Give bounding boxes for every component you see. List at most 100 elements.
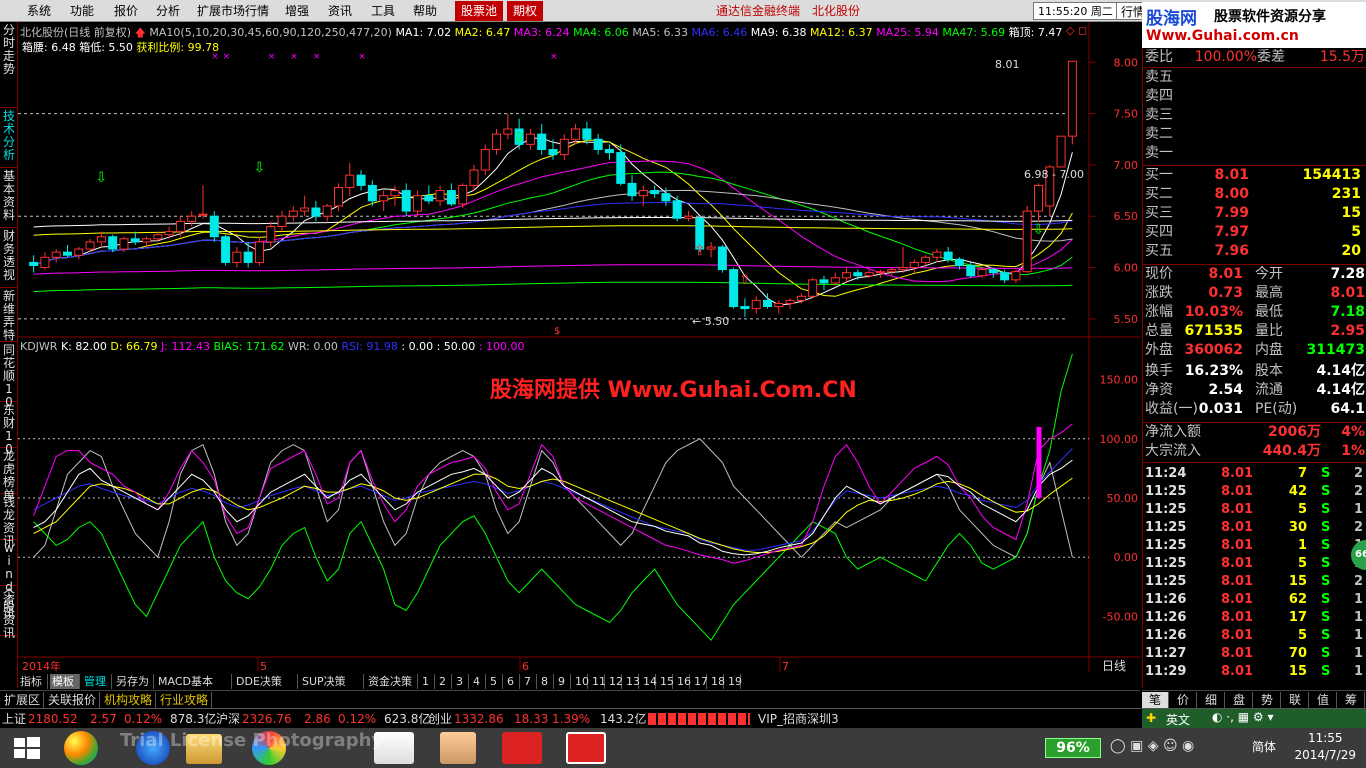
indicator-tab-26[interactable]: 19 [726, 674, 742, 689]
logo-url: Www.Guhai.com.cn [1146, 28, 1299, 44]
indicator-tab-20[interactable]: 13 [624, 674, 640, 689]
indicator-tab-1[interactable]: 模板 [50, 674, 80, 689]
taskbar-date: 2014/7/29 [1294, 748, 1356, 762]
extension-tab-0[interactable]: 扩展区 [2, 692, 44, 708]
quote-tab-6[interactable]: 值 [1310, 692, 1337, 708]
indicator-tab-15[interactable]: 8 [539, 674, 554, 689]
menu-tools[interactable]: 工具 [371, 0, 395, 22]
quote-tab-2[interactable]: 细 [1198, 692, 1225, 708]
indicator-tab-25[interactable]: 18 [709, 674, 725, 689]
indicator-tab-7[interactable]: 资金决策 [366, 674, 418, 689]
left-tab-1[interactable]: 技术分析 [0, 108, 18, 168]
menu-news[interactable]: 资讯 [328, 0, 352, 22]
low-price-label: ← 5.50 [692, 315, 729, 328]
candle [108, 234, 118, 253]
sell-row-3[interactable]: 卖二 [1143, 125, 1366, 144]
indicator-tab-6[interactable]: SUP决策 [300, 674, 364, 689]
left-tab-4[interactable]: 新维弄特 [0, 288, 18, 342]
indicator-tab-21[interactable]: 14 [641, 674, 657, 689]
app-360-icon[interactable] [64, 731, 98, 765]
menu-extended-market[interactable]: 扩展市场行情 [197, 0, 269, 22]
taskbar-clock[interactable]: 11:55 2014/7/29 [1294, 730, 1356, 764]
extension-tab-3[interactable]: 行业攻略 [158, 692, 212, 708]
candle-body [842, 272, 852, 279]
menu-analysis[interactable]: 分析 [156, 0, 180, 22]
buy-price: 7.97 [1214, 224, 1249, 240]
menu-function[interactable]: 功能 [70, 0, 94, 22]
language-indicator[interactable]: 简体 [1252, 738, 1276, 755]
quote-tab-4[interactable]: 势 [1254, 692, 1281, 708]
indicator-tab-3[interactable]: 另存为 [114, 674, 154, 689]
left-tab-2[interactable]: 基本资料 [0, 168, 18, 228]
indicator-tab-23[interactable]: 16 [675, 674, 691, 689]
sell-row-1[interactable]: 卖四 [1143, 87, 1366, 106]
options-button[interactable]: 期权 [507, 1, 544, 21]
buy-row-3[interactable]: 买四 7.97 5 [1143, 223, 1366, 242]
left-tab-3[interactable]: 财务透视 [0, 228, 18, 288]
indicator-tab-24[interactable]: 17 [692, 674, 708, 689]
candle [458, 183, 468, 209]
indicator-tab-8[interactable]: 1 [420, 674, 435, 689]
indicator-value-1: K: 82.00 [60, 340, 111, 353]
indicator-tab-4[interactable]: MACD基本 [156, 674, 232, 689]
users-icon[interactable] [440, 732, 476, 764]
menu-system[interactable]: 系统 [27, 0, 51, 22]
tdx-app-active-icon[interactable] [566, 732, 606, 764]
left-tab-0[interactable]: 分时走势 [0, 22, 18, 108]
indicator-tab-14[interactable]: 7 [522, 674, 537, 689]
buy-row-0[interactable]: 买一 8.01 154413 [1143, 166, 1366, 185]
quote-tab-0[interactable]: 笔 [1142, 692, 1169, 708]
quote-panel: 委比 100.00% 委差 15.5万 卖五 卖四 卖三 卖二 卖一 买一 8.01 154413 买二… [1142, 48, 1366, 688]
quote-tab-5[interactable]: 联 [1282, 692, 1309, 708]
ime-mode[interactable]: 英文 [1166, 711, 1190, 728]
indicator-tab-10[interactable]: 3 [454, 674, 469, 689]
ime-tools-icon[interactable]: ◐ ·, ▦ ⚙ ▾ [1212, 710, 1273, 724]
quote-tab-3[interactable]: 盘 [1226, 692, 1253, 708]
indicator-tab-2[interactable]: 管理 [82, 674, 112, 689]
left-tab-6[interactable]: 东财10 [0, 402, 18, 456]
indicator-tab-22[interactable]: 15 [658, 674, 674, 689]
market-strength-bar [648, 713, 750, 725]
tdx-app-icon[interactable] [502, 732, 542, 764]
sell-row-2[interactable]: 卖三 [1143, 106, 1366, 125]
tray-icons[interactable]: ◯ ▣ ◈ ☺ ◉ [1110, 738, 1194, 754]
candle-body [266, 225, 276, 243]
sell-row-0[interactable]: 卖五 [1143, 68, 1366, 87]
left-tab-char: 势 [2, 62, 15, 76]
indicator-tab-0[interactable]: 指标 [18, 674, 48, 689]
indicator-tab-11[interactable]: 4 [471, 674, 486, 689]
indicator-tab-13[interactable]: 6 [505, 674, 520, 689]
dividend-marker-icon: $ [554, 326, 560, 337]
indicator-tab-12[interactable]: 5 [488, 674, 503, 689]
left-tab-9[interactable]: wi nd资讯 [0, 540, 18, 620]
sell-row-4[interactable]: 卖一 [1143, 144, 1366, 163]
buy-row-4[interactable]: 买五 7.96 20 [1143, 242, 1366, 261]
tick-row-8: 11:26 8.01 17 S 1 [1143, 609, 1366, 627]
left-tab-5[interactable]: 同花顺10 [0, 342, 18, 409]
extension-tab-1[interactable]: 关联报价 [46, 692, 100, 708]
stat-row-2: 涨幅 10.03% 最低 7.18 [1143, 303, 1366, 322]
quote-tab-7[interactable]: 筹 [1338, 692, 1365, 708]
indicator-tab-19[interactable]: 12 [607, 674, 623, 689]
indicator-tab-17[interactable]: 10 [573, 674, 589, 689]
chart-option-icons[interactable]: ◇ ◻ [1066, 24, 1087, 37]
buy-row-1[interactable]: 买二 8.00 231 [1143, 185, 1366, 204]
left-tab-8[interactable]: 钱龙资讯 [0, 494, 18, 548]
menu-help[interactable]: 帮助 [413, 0, 437, 22]
indicator-tab-18[interactable]: 11 [590, 674, 606, 689]
left-tab-10[interactable]: 个股资讯 [0, 586, 18, 640]
indicator-tab-16[interactable]: 9 [556, 674, 571, 689]
battery-indicator[interactable]: 96% [1045, 738, 1101, 758]
left-tab-7[interactable]: 龙虎榜单 [0, 448, 18, 502]
start-button[interactable] [0, 730, 54, 766]
indicator-tab-9[interactable]: 2 [437, 674, 452, 689]
extension-tab-2[interactable]: 机构攻略 [102, 692, 156, 708]
ime-bar[interactable]: ✚ 英文 ◐ ·, ▦ ⚙ ▾ [1142, 709, 1366, 728]
chart-area[interactable]: 8.007.507.006.506.005.50150.00100.0050.0… [18, 22, 1140, 688]
stock-pool-button[interactable]: 股票池 [455, 1, 504, 21]
menu-enhance[interactable]: 增强 [285, 0, 309, 22]
menu-quote[interactable]: 报价 [114, 0, 138, 22]
indicator-tab-5[interactable]: DDE决策 [234, 674, 298, 689]
buy-row-2[interactable]: 买三 7.99 15 [1143, 204, 1366, 223]
quote-tab-1[interactable]: 价 [1170, 692, 1197, 708]
